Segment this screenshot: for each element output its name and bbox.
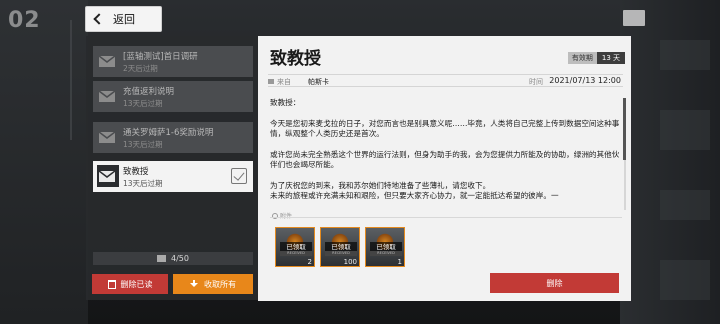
mail-expiry: 2天后过期: [123, 64, 158, 73]
claim-all-button[interactable]: 收取所有: [173, 274, 253, 294]
expiry-value: 13 天: [596, 52, 625, 64]
mail-meta-row: 来自 帕斯卡 时间 2021/07/13 12:00: [268, 74, 623, 87]
sender-name: 帕斯卡: [308, 78, 329, 86]
mail-count-bar: 4/50: [93, 252, 253, 265]
back-button[interactable]: 返回: [86, 7, 161, 31]
claim-all-label: 收取所有: [204, 279, 236, 289]
chevron-left-icon: [93, 13, 105, 25]
envelope-icon: [99, 55, 115, 67]
mail-title: 通关罗姆萨1-6奖励说明: [123, 128, 214, 138]
attachment-item[interactable]: 已领取 RECEIVED 100: [320, 227, 360, 267]
delete-read-label: 删除已读: [120, 279, 153, 289]
from-label: 来自: [268, 77, 291, 87]
item-quantity: 100: [343, 258, 357, 266]
delete-button[interactable]: 删除: [490, 273, 619, 293]
mail-title: 充值返利说明: [123, 87, 175, 97]
claimed-sublabel: RECEIVED: [325, 251, 357, 256]
expiry-label: 有效期: [567, 52, 597, 64]
background-right-blocks: [650, 0, 720, 324]
trash-icon: [107, 279, 116, 289]
mail-list-item[interactable]: [蓝轴测试]首日调研 2天后过期: [93, 46, 253, 77]
mail-paragraph: 今天是您初来麦戈拉的日子，对您而言也是别具意义呢……毕竟，人类将自己完整上传到数…: [270, 118, 620, 139]
mail-paragraph: 致教授：: [270, 98, 301, 107]
mail-expiry: 13天后过期: [123, 179, 163, 188]
mail-title: [蓝轴测试]首日调研: [123, 52, 198, 62]
background-left-panel: 02: [0, 0, 88, 324]
download-icon: [190, 279, 199, 289]
time-label: 时间: [529, 78, 543, 86]
envelope-icon: [157, 255, 167, 262]
mail-list-item-selected[interactable]: 致教授 13天后过期: [93, 161, 253, 192]
mail-count: 4/50: [171, 254, 189, 263]
background-stripe: [70, 20, 80, 140]
delete-label: 删除: [546, 278, 563, 288]
attachment-item[interactable]: 已领取 RECEIVED 2: [275, 227, 315, 267]
envelope-icon: [99, 90, 115, 102]
mail-body[interactable]: 致教授： 今天是您初来麦戈拉的日子，对您而言也是别具意义呢……毕竟，人类将自己完…: [270, 98, 620, 206]
envelope-icon: [268, 79, 274, 84]
mail-icon: [623, 10, 645, 26]
mail-paragraph: 或许您尚未完全熟悉这个世界的运行法则，但身为助手的我，会为您提供力所能及的协助，…: [270, 149, 620, 170]
attachment-label: 附件: [272, 211, 292, 220]
delete-read-button[interactable]: 删除已读: [92, 274, 168, 294]
mail-expiry: 13天后过期: [123, 99, 163, 108]
mail-list-panel: [蓝轴测试]首日调研 2天后过期 充值返利说明 13天后过期 通关罗姆萨1-6奖…: [86, 36, 258, 300]
scrollbar-thumb[interactable]: [623, 98, 626, 160]
paperclip-icon: [272, 213, 278, 219]
mail-expiry: 13天后过期: [123, 140, 163, 149]
envelope-icon: [99, 170, 115, 182]
back-label: 返回: [113, 13, 135, 26]
mail-paragraph: 为了庆祝您的到来，我和苏尔她们特地准备了些薄礼，请您收下。 未来的旅程或许充满未…: [270, 180, 559, 201]
mail-list-item[interactable]: 通关罗姆萨1-6奖励说明 13天后过期: [93, 122, 253, 153]
mail-title: 致教授: [123, 167, 149, 177]
attachment-item[interactable]: 已领取 RECEIVED 1: [365, 227, 405, 267]
claimed-sublabel: RECEIVED: [370, 251, 402, 256]
divider: [270, 217, 622, 218]
item-quantity: 2: [307, 258, 312, 266]
claimed-sublabel: RECEIVED: [280, 251, 312, 256]
check-icon: [231, 168, 247, 184]
envelope-icon: [99, 131, 115, 143]
background-number: 02: [8, 8, 41, 33]
mail-list-item[interactable]: 充值返利说明 13天后过期: [93, 81, 253, 112]
mail-timestamp: 2021/07/13 12:00: [549, 76, 621, 85]
expiry-badge: 有效期 13 天: [567, 52, 625, 64]
mail-detail-title: 致教授: [270, 49, 321, 69]
item-quantity: 1: [397, 258, 402, 266]
mail-detail-panel: 致教授 有效期 13 天 来自 帕斯卡 时间 2021/07/13 12:00 …: [258, 36, 631, 301]
